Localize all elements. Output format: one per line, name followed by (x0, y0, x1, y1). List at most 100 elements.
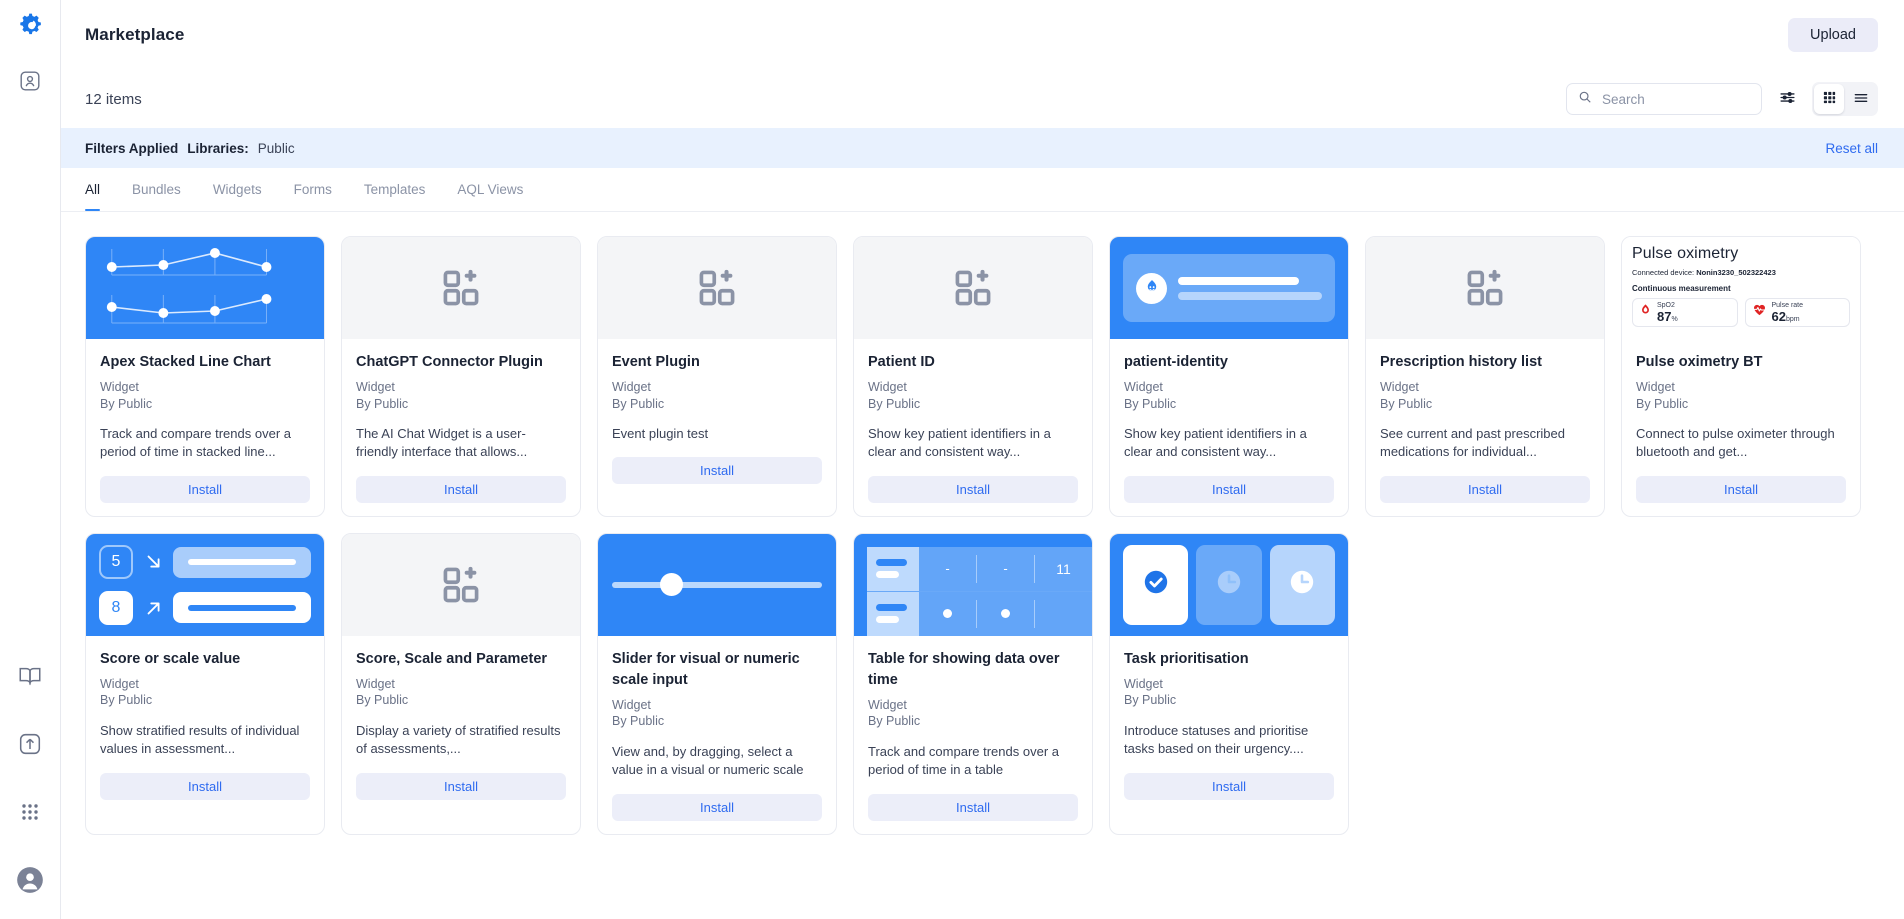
search-box[interactable] (1566, 83, 1762, 115)
card-author: By Public (356, 396, 409, 411)
marketplace-card[interactable]: 5 8 Score or scale value Widget By Publi… (85, 532, 325, 835)
card-body: Event Plugin Widget By Public Event plug… (598, 339, 836, 516)
oximetry-tile: SpO2 87% (1632, 298, 1738, 327)
install-button[interactable]: Install (356, 772, 566, 800)
card-kind: Widget (100, 380, 139, 395)
upload-button[interactable]: Upload (1788, 18, 1878, 52)
slider-track (612, 581, 822, 588)
install-button[interactable]: Install (100, 475, 310, 503)
card-author: By Public (612, 396, 665, 411)
install-button[interactable]: Install (356, 475, 566, 503)
widget-placeholder-icon (951, 266, 995, 310)
table-dot-icon (943, 609, 952, 619)
list-view-button[interactable] (1846, 84, 1876, 114)
marketplace-card[interactable]: Prescription history list Widget By Publ… (1365, 236, 1605, 517)
reset-all-link[interactable]: Reset all (1825, 141, 1878, 156)
oximetry-tile-value: 87% (1657, 309, 1678, 324)
sub-bar: 12 items (61, 70, 1904, 128)
filters-applied-label: Filters Applied (85, 140, 179, 156)
avatar-icon[interactable] (13, 863, 47, 897)
marketplace-card[interactable]: - - 11 Table for showing data over time Wi… (853, 532, 1093, 835)
top-bar: Marketplace Upload (61, 0, 1904, 70)
install-button[interactable]: Install (1124, 772, 1334, 800)
card-author: By Public (1124, 396, 1177, 411)
view-toggle-group (1812, 82, 1878, 116)
card-title: patient-identity (1124, 354, 1228, 370)
sub-bar-controls (1566, 82, 1878, 116)
tab-aql-views[interactable]: AQL Views (441, 168, 539, 211)
card-author: By Public (1124, 693, 1177, 708)
card-title: Event Plugin (612, 354, 700, 370)
card-meta: Widget By Public (612, 379, 822, 412)
card-title: Score, Scale and Parameter (356, 650, 548, 667)
table-row (867, 591, 1092, 636)
install-button[interactable]: Install (1636, 475, 1846, 503)
marketplace-card[interactable]: ChatGPT Connector Plugin Widget By Publi… (341, 236, 581, 517)
identity-line-primary (1178, 276, 1299, 285)
install-button[interactable]: Install (868, 793, 1078, 821)
install-button[interactable]: Install (1380, 475, 1590, 503)
tab-bundles[interactable]: Bundles (116, 168, 197, 211)
tab-all[interactable]: All (85, 168, 116, 211)
tab-forms[interactable]: Forms (278, 168, 348, 211)
check-circle-icon (1142, 568, 1170, 601)
card-body: Score, Scale and Parameter Widget By Pub… (342, 636, 580, 834)
marketplace-card[interactable]: Event Plugin Widget By Public Event plug… (597, 236, 837, 517)
marketplace-card[interactable]: Pulse oximetry Connected device: Nonin32… (1621, 236, 1861, 517)
grid-view-button[interactable] (1814, 84, 1844, 114)
book-icon[interactable] (13, 659, 47, 693)
card-description: Connect to pulse oximeter through blueto… (1636, 426, 1835, 460)
person-box-icon[interactable] (13, 64, 47, 98)
card-meta: Widget By Public (1124, 676, 1334, 709)
marketplace-card[interactable]: Patient ID Widget By Public Show key pat… (853, 236, 1093, 517)
install-button[interactable]: Install (868, 475, 1078, 503)
oximetry-device: Connected device: Nonin3230_502322423 (1632, 268, 1776, 277)
upload-box-icon[interactable] (13, 727, 47, 761)
sliders-icon (1779, 89, 1796, 109)
oximetry-tile-unit: bpm (1785, 316, 1800, 323)
marketplace-card[interactable]: Score, Scale and Parameter Widget By Pub… (341, 532, 581, 835)
table-cell: - (977, 555, 1035, 583)
card-title: Score or scale value (100, 650, 241, 667)
task-status-done (1123, 544, 1189, 625)
arrow-up-right-icon (137, 597, 171, 619)
install-button[interactable]: Install (100, 772, 310, 800)
card-body: ChatGPT Connector Plugin Widget By Publi… (342, 339, 580, 516)
card-description: Event plugin test (612, 426, 709, 442)
filter-bar: Filters Applied Libraries: Public Reset … (61, 128, 1904, 168)
install-button[interactable]: Install (1124, 475, 1334, 503)
marketplace-card[interactable]: Slider for visual or numeric scale input… (597, 532, 837, 835)
install-button[interactable]: Install (612, 793, 822, 821)
tab-label: Forms (293, 182, 332, 197)
card-body: Pulse oximetry BT Widget By Public Conne… (1622, 339, 1860, 516)
table-cell (977, 600, 1035, 628)
card-thumbnail (1110, 237, 1348, 339)
marketplace-card[interactable]: Apex Stacked Line Chart Widget By Public… (85, 236, 325, 517)
widget-placeholder-icon (1463, 266, 1507, 310)
tab-widgets[interactable]: Widgets (197, 168, 278, 211)
oximetry-tile: Pulse rate 62bpm (1744, 298, 1850, 327)
card-kind: Widget (1124, 676, 1163, 691)
card-thumbnail (598, 237, 836, 339)
card-title: Prescription history list (1380, 354, 1542, 370)
card-author: By Public (868, 714, 921, 729)
marketplace-card[interactable]: Task prioritisation Widget By Public Int… (1109, 532, 1349, 835)
line-chart-preview-icon (106, 248, 272, 324)
oximetry-preview-title: Pulse oximetry (1632, 245, 1739, 262)
card-author: By Public (100, 693, 153, 708)
card-thumbnail: - - 11 (854, 533, 1092, 636)
marketplace-card[interactable]: patient-identity Widget By Public Show k… (1109, 236, 1349, 517)
apps-grid-icon[interactable] (13, 795, 47, 829)
card-grid-scroll[interactable]: Apex Stacked Line Chart Widget By Public… (61, 212, 1904, 919)
identity-line-secondary (1178, 291, 1322, 300)
filter-sliders-button[interactable] (1772, 84, 1802, 114)
card-title: Pulse oximetry BT (1636, 354, 1763, 370)
tab-templates[interactable]: Templates (348, 168, 442, 211)
tab-label: All (85, 182, 101, 197)
heart-pulse-icon (1752, 302, 1767, 322)
card-kind: Widget (100, 676, 139, 691)
tab-bar: All Bundles Widgets Forms Templates AQL Views (61, 168, 1904, 212)
gear-logo-icon[interactable] (13, 8, 47, 42)
install-button[interactable]: Install (612, 457, 822, 485)
search-input[interactable] (1600, 90, 1750, 108)
